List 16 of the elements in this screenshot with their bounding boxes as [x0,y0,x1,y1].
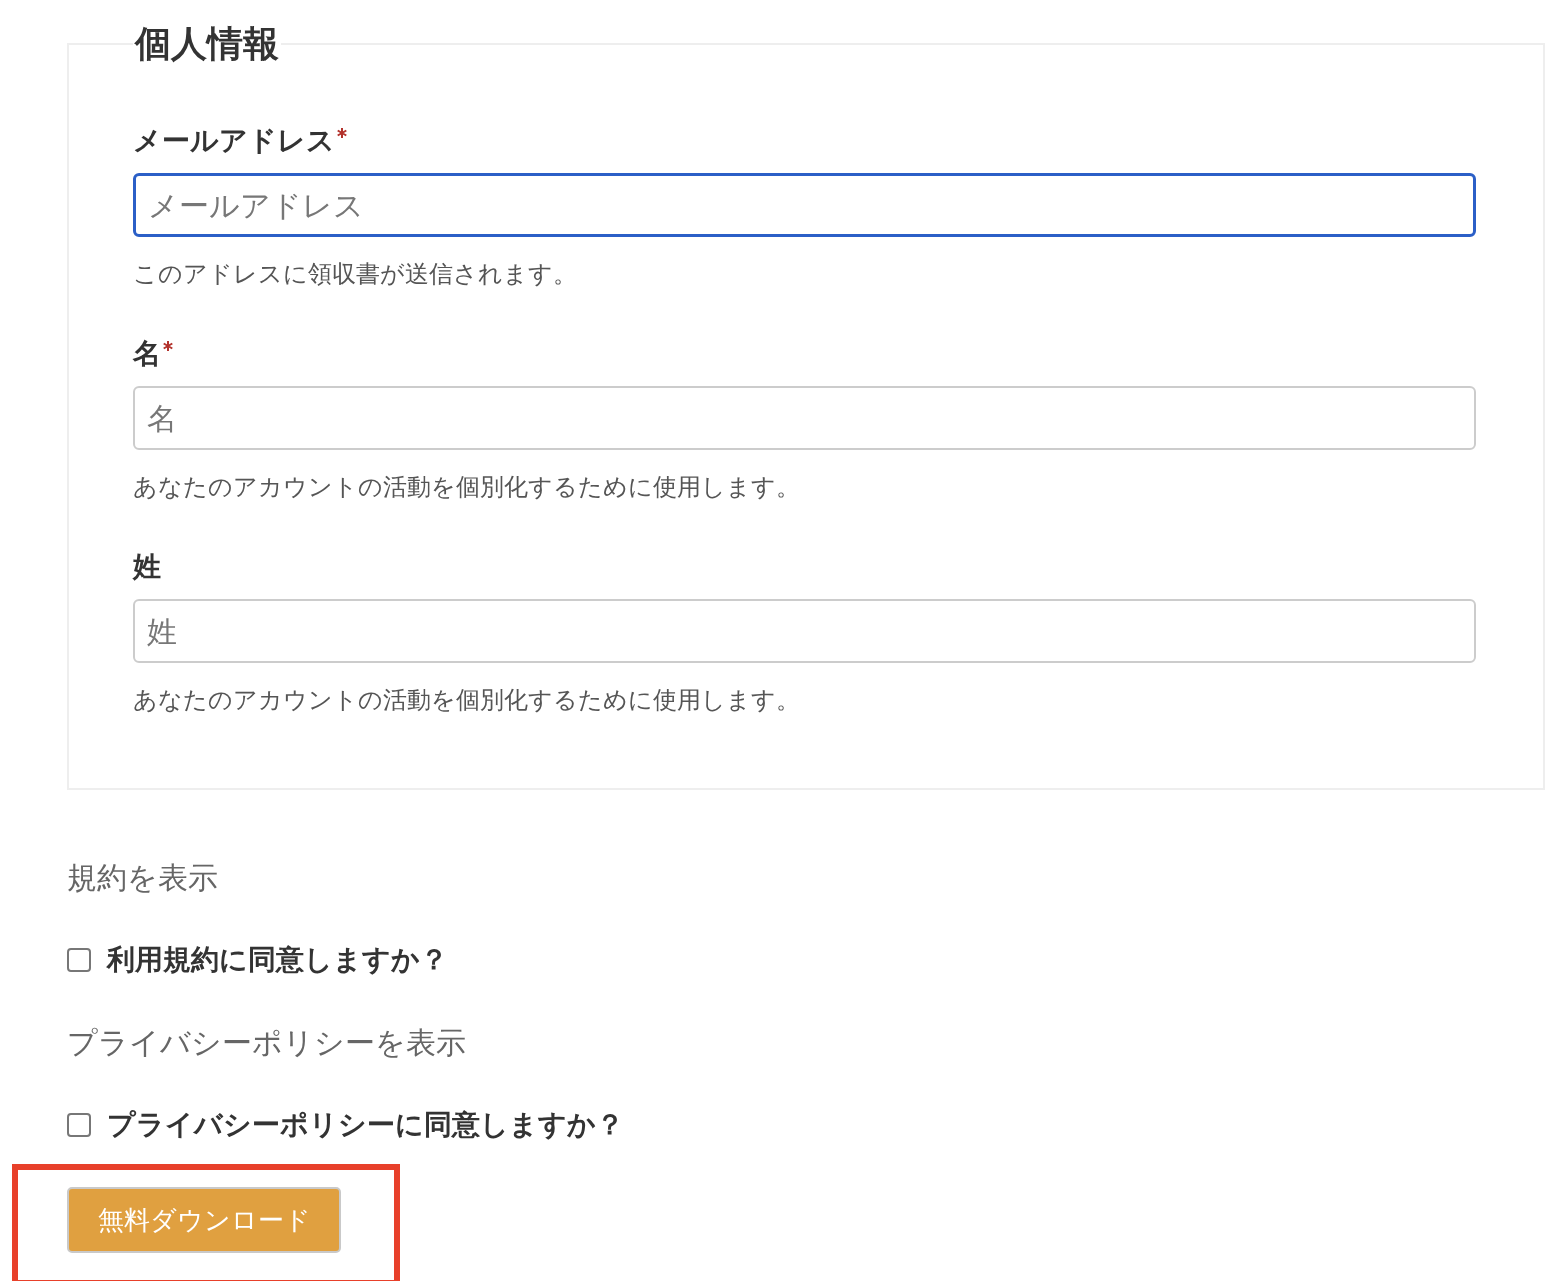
field-label: メールアドレス [133,124,335,158]
checkbox[interactable] [67,1113,91,1137]
checkbox[interactable] [67,948,91,972]
checkbox-label[interactable]: 利用規約に同意しますか？ [107,943,448,977]
input-field[interactable]: 姓 [133,599,1476,663]
view-terms-link[interactable]: 規約を表示 [67,860,218,896]
input-field[interactable]: 名 [133,386,1476,450]
focused-input-field[interactable]: メールアドレス [133,173,1476,237]
field-label: 名 [133,337,161,371]
view-terms-link[interactable]: プライバシーポリシーを表示 [67,1025,466,1061]
field-label: 姓 [133,550,161,584]
help-text: あなたのアカウントの活動を個別化するために使用します。 [133,472,801,502]
help-text: このアドレスに領収書が送信されます。 [133,259,578,289]
section-title: 個人情報 [133,22,280,65]
help-text: あなたのアカウントの活動を個別化するために使用します。 [133,685,801,715]
checkbox-label[interactable]: プライバシーポリシーに同意しますか？ [107,1108,624,1142]
